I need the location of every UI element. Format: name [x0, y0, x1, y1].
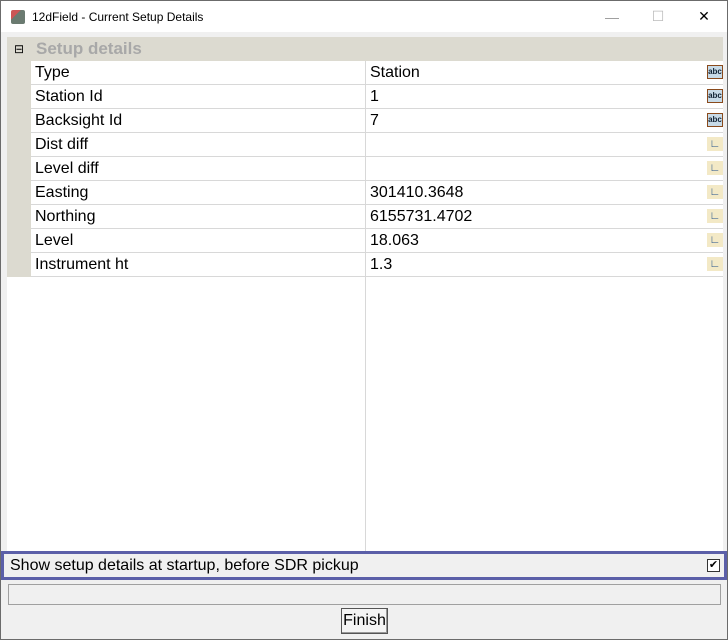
window-title: 12dField - Current Setup Details	[32, 9, 204, 24]
startup-checkbox[interactable]: ✔	[707, 559, 720, 572]
property-row[interactable]: Type Station abc	[31, 61, 723, 85]
real-field-icon[interactable]: ∟	[707, 185, 723, 199]
text-field-icon[interactable]: abc	[707, 89, 723, 103]
property-row[interactable]: Station Id 1 abc	[31, 85, 723, 109]
text-field-icon[interactable]: abc	[707, 65, 723, 79]
property-row[interactable]: Backsight Id 7 abc	[31, 109, 723, 133]
property-name: Level diff	[35, 160, 99, 177]
property-value[interactable]: 1.3	[370, 256, 392, 274]
property-name: Instrument ht	[35, 256, 129, 273]
title-bar: 12dField - Current Setup Details — ☐ ✕	[1, 1, 727, 32]
collapse-icon[interactable]: ⊟	[7, 42, 31, 56]
property-value[interactable]: 1	[370, 88, 379, 106]
group-header-setup-details[interactable]: ⊟ Setup details	[7, 37, 723, 61]
property-row[interactable]: Northing 6155731.4702 ∟	[31, 205, 723, 229]
property-name: Backsight Id	[35, 112, 123, 129]
status-field	[8, 584, 721, 605]
property-name: Northing	[35, 208, 96, 225]
property-value[interactable]: 301410.3648	[370, 184, 463, 202]
property-grid: ⊟ Setup details Type Station abc Station Id…	[7, 37, 723, 551]
app-icon	[11, 9, 25, 24]
property-value[interactable]: 6155731.4702	[370, 208, 472, 226]
property-name: Easting	[35, 184, 89, 201]
property-value[interactable]: Station	[370, 64, 420, 82]
real-field-icon[interactable]: ∟	[707, 161, 723, 175]
property-row[interactable]: Level diff ∟	[31, 157, 723, 181]
close-button[interactable]: ✕	[681, 1, 727, 32]
property-value[interactable]: 18.063	[370, 232, 419, 250]
real-field-icon[interactable]: ∟	[707, 137, 723, 151]
property-row[interactable]: Easting 301410.3648 ∟	[31, 181, 723, 205]
minimize-button[interactable]: —	[589, 1, 635, 32]
startup-option-label: Show setup details at startup, before SD…	[10, 557, 359, 574]
real-field-icon[interactable]: ∟	[707, 257, 723, 271]
property-name: Dist diff	[35, 136, 89, 153]
property-value[interactable]: 7	[370, 112, 379, 130]
property-row[interactable]: Dist diff ∟	[31, 133, 723, 157]
property-row[interactable]: Level 18.063 ∟	[31, 229, 723, 253]
group-label: Setup details	[36, 39, 142, 58]
dialog-window: 12dField - Current Setup Details — ☐ ✕ ⊟…	[0, 0, 728, 640]
property-name: Station Id	[35, 88, 103, 105]
text-field-icon[interactable]: abc	[707, 113, 723, 127]
row-gutter	[7, 61, 31, 277]
real-field-icon[interactable]: ∟	[707, 209, 723, 223]
property-name: Type	[35, 64, 70, 81]
maximize-button[interactable]: ☐	[635, 1, 681, 32]
finish-button[interactable]: Finish	[341, 608, 388, 634]
property-row[interactable]: Instrument ht 1.3 ∟	[31, 253, 723, 277]
startup-option-row[interactable]: Show setup details at startup, before SD…	[1, 551, 727, 580]
real-field-icon[interactable]: ∟	[707, 233, 723, 247]
property-name: Level	[35, 232, 74, 249]
